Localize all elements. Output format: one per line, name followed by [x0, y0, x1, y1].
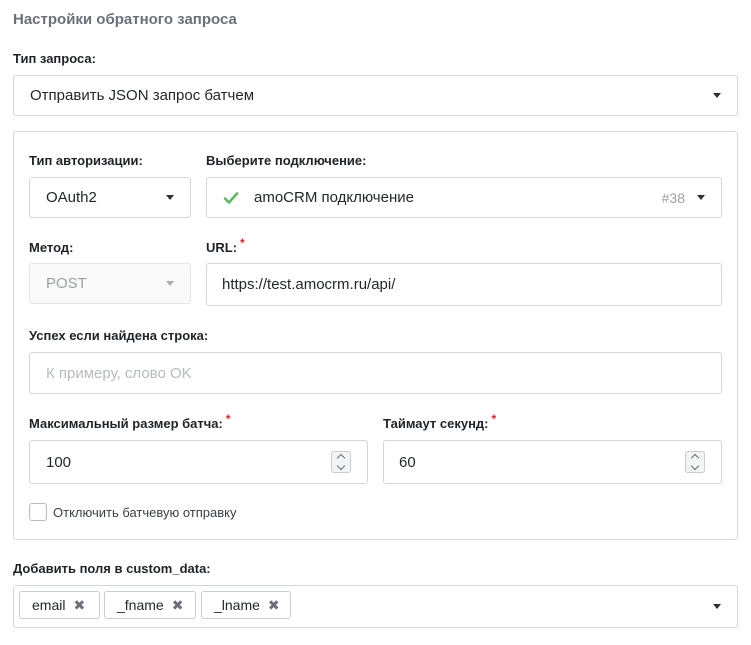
timeout-label-text: Таймаут секунд:: [383, 416, 489, 431]
url-input[interactable]: https://test.amocrm.ru/api/: [206, 263, 722, 306]
chevron-down-icon: [713, 93, 721, 98]
batch-size-label: Максимальный размер батча: *: [29, 412, 231, 431]
disable-batch-label: Отключить батчевую отправку: [53, 504, 237, 520]
success-string-placeholder: К примеру, слово OK: [46, 364, 192, 382]
disable-batch-option[interactable]: Отключить батчевую отправку: [29, 503, 237, 521]
batch-size-input[interactable]: 100: [29, 440, 368, 484]
disable-batch-checkbox[interactable]: [29, 503, 47, 521]
check-icon: [223, 191, 239, 204]
timeout-input[interactable]: 60: [383, 440, 722, 484]
request-type-value: Отправить JSON запрос батчем: [30, 87, 255, 104]
tag-lname: _lname ✖: [201, 591, 291, 619]
required-mark: *: [240, 236, 245, 250]
required-mark: *: [491, 412, 497, 426]
auth-type-label: Тип авторизации:: [29, 153, 143, 168]
timeout-value: 60: [399, 453, 416, 471]
chevron-down-icon[interactable]: [336, 461, 346, 471]
method-value: POST: [46, 275, 87, 292]
close-icon[interactable]: ✖: [73, 598, 85, 612]
method-select: POST: [29, 263, 191, 304]
request-type-select[interactable]: Отправить JSON запрос батчем: [13, 75, 738, 116]
success-string-input[interactable]: К примеру, слово OK: [29, 352, 722, 394]
close-icon[interactable]: ✖: [172, 598, 184, 612]
custom-data-multiselect[interactable]: email ✖ _fname ✖ _lname ✖: [13, 585, 738, 628]
number-stepper[interactable]: [331, 451, 351, 473]
close-icon[interactable]: ✖: [268, 598, 280, 612]
tag-email: email ✖: [19, 591, 100, 619]
chevron-down-icon: [166, 195, 174, 200]
section-title: Настройки обратного запроса: [13, 11, 237, 28]
custom-data-label: Добавить поля в custom_data:: [13, 561, 211, 576]
tag-label: _lname: [214, 597, 260, 613]
tag-fname: _fname ✖: [104, 591, 196, 619]
required-mark: *: [225, 412, 231, 426]
timeout-label: Таймаут секунд: *: [383, 412, 496, 431]
tag-label: _fname: [117, 597, 164, 613]
chevron-down-icon[interactable]: [690, 461, 700, 471]
number-stepper[interactable]: [685, 451, 705, 473]
tag-label: email: [32, 597, 66, 613]
chevron-down-icon: [166, 281, 174, 286]
batch-size-label-text: Максимальный размер батча:: [29, 416, 223, 431]
method-label: Метод:: [29, 240, 74, 255]
url-label-text: URL:: [206, 240, 238, 255]
auth-type-value: OAuth2: [46, 189, 97, 206]
chevron-down-icon: [697, 195, 705, 200]
request-type-label: Тип запроса:: [13, 51, 96, 66]
url-label: URL: *: [206, 236, 245, 255]
batch-size-value: 100: [46, 453, 72, 471]
connection-select[interactable]: amoCRM подключение #38: [206, 177, 722, 218]
chevron-down-icon: [713, 604, 721, 609]
connection-label: Выберите подключение:: [206, 153, 367, 168]
connection-id: #38: [661, 189, 685, 206]
url-value: https://test.amocrm.ru/api/: [222, 276, 396, 293]
connection-value: amoCRM подключение: [254, 189, 414, 206]
success-string-label: Успех если найдена строка:: [29, 328, 209, 343]
auth-type-select[interactable]: OAuth2: [29, 177, 191, 218]
